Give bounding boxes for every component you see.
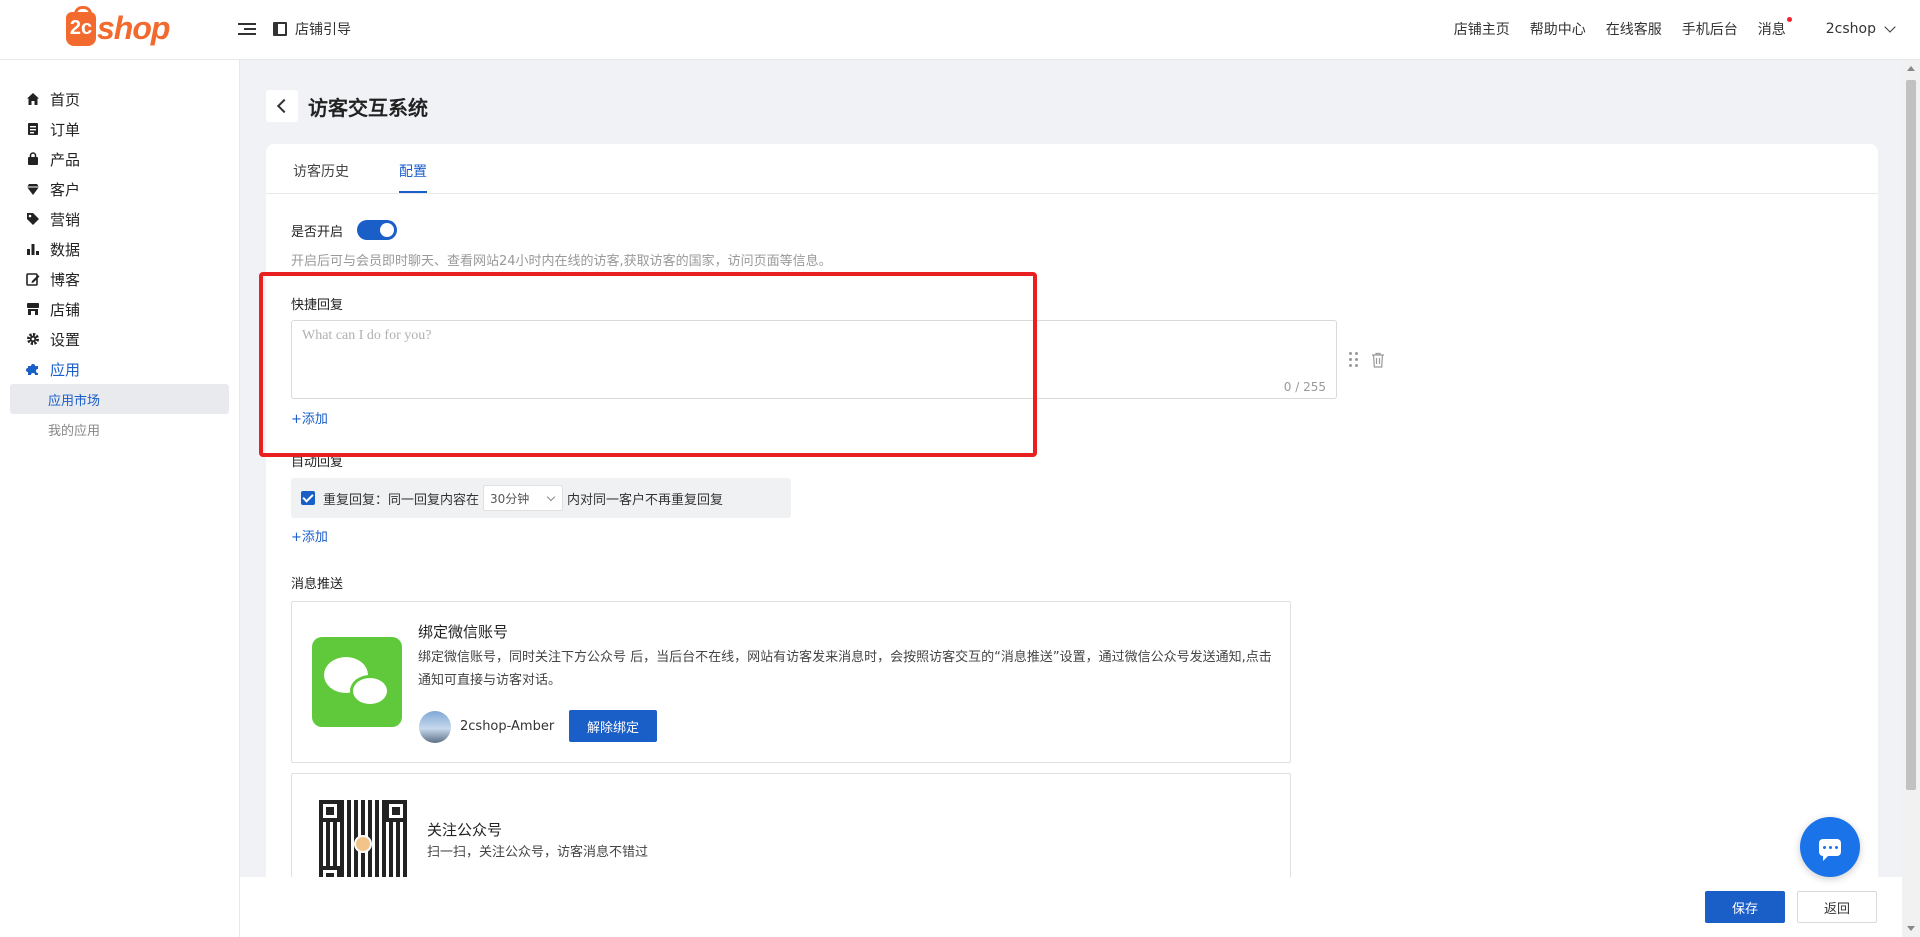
sidebar-item-marketing[interactable]: 营销: [0, 204, 239, 234]
tab-config[interactable]: 配置: [399, 161, 427, 193]
user-name: 2cshop: [1825, 21, 1876, 37]
chat-float-button[interactable]: [1800, 817, 1860, 877]
return-button[interactable]: 返回: [1797, 891, 1877, 923]
wechat-desc: 绑定微信账号，同时关注下方公众号 后，当后台不在线，网站有访客发来消息时，会按照…: [418, 650, 1272, 688]
sidebar-item-data[interactable]: 数据: [0, 234, 239, 264]
sidebar-item-home[interactable]: 首页: [0, 84, 239, 114]
page-heading: 访客交互系统: [266, 90, 428, 122]
tab-visitor-history[interactable]: 访客历史: [293, 161, 349, 181]
logo-word: shop: [97, 10, 170, 46]
add-quick-reply-link[interactable]: +添加: [291, 408, 328, 427]
char-counter: 0 / 255: [1283, 380, 1326, 394]
qr-code-icon: [319, 800, 407, 888]
sidebar-item-orders[interactable]: 订单: [0, 114, 239, 144]
logo-mark: 2c: [66, 5, 96, 46]
sidebar-item-label: 首页: [50, 90, 81, 109]
wechat-title: 绑定微信账号: [418, 623, 509, 641]
menu-toggle-icon[interactable]: [238, 20, 256, 38]
chevron-left-icon: [276, 98, 292, 114]
sidebar-item-label: 产品: [50, 150, 81, 169]
top-header: 2c shop 店铺引导 店铺主页 帮助中心 在线客服 手机后台 消息 2csh…: [0, 0, 1920, 60]
sidebar-item-label: 设置: [50, 330, 81, 349]
scrollbar-thumb[interactable]: [1906, 80, 1916, 790]
edit-icon: [26, 272, 40, 286]
sidebar-item-blog[interactable]: 博客: [0, 264, 239, 294]
interval-select-value: 30分钟: [490, 491, 530, 506]
enable-label: 是否开启: [291, 225, 344, 240]
chevron-down-icon: [546, 492, 556, 502]
puzzle-icon: [26, 362, 40, 376]
sidebar-item-label: 应用: [50, 360, 81, 379]
follow-title: 关注公众号: [427, 821, 503, 839]
sidebar-item-store[interactable]: 店铺: [0, 294, 239, 324]
auto-reply-text-after: 内对同一客户不再重复回复: [567, 492, 724, 508]
follow-desc: 扫一扫，关注公众号，访客消息不错过: [427, 845, 649, 860]
chevron-down-icon: [1884, 21, 1896, 33]
page-title: 访客交互系统: [308, 95, 428, 120]
sidebar-sub-app-market[interactable]: 应用市场: [10, 384, 229, 414]
nav-messages[interactable]: 消息: [1758, 17, 1792, 39]
sidebar-item-label: 数据: [50, 240, 81, 259]
tab-bar: 访客历史 配置: [266, 144, 1878, 194]
quick-reply-box: 0 / 255: [291, 320, 1337, 399]
push-label: 消息推送: [291, 577, 344, 592]
sidebar-item-label: 客户: [50, 180, 81, 199]
store-guide-label: 店铺引导: [295, 22, 351, 38]
nav-online-service[interactable]: 在线客服: [1606, 19, 1662, 39]
footer-bar: 保存 返回: [240, 877, 1902, 937]
quick-reply-input[interactable]: [292, 321, 1336, 398]
chat-icon: [1819, 838, 1841, 861]
drag-handle-icon[interactable]: [1349, 352, 1359, 368]
sidebar-sub-my-apps[interactable]: 我的应用: [10, 414, 229, 444]
sidebar-item-label: 营销: [50, 210, 81, 229]
gear-icon: [26, 332, 40, 346]
order-icon: [26, 122, 40, 136]
book-icon: [273, 22, 287, 36]
top-nav: 店铺主页 帮助中心 在线客服 手机后台 消息 2cshop: [1434, 17, 1896, 39]
auto-reply-text-before: 重复回复：同一回复内容在: [323, 492, 480, 508]
back-arrow-button[interactable]: [266, 90, 298, 122]
nav-store-home[interactable]: 店铺主页: [1454, 19, 1510, 39]
store-guide-link[interactable]: 店铺引导: [273, 19, 351, 39]
sidebar-item-label: 店铺: [50, 300, 81, 319]
wechat-icon: [312, 637, 402, 727]
page-scrollbar[interactable]: [1902, 60, 1920, 937]
tag-icon: [26, 212, 40, 226]
repeat-reply-checkbox[interactable]: [301, 491, 315, 505]
nav-help-center[interactable]: 帮助中心: [1530, 19, 1586, 39]
interval-select[interactable]: 30分钟: [483, 485, 564, 511]
unbind-button[interactable]: 解除绑定: [569, 710, 657, 742]
auto-reply-row: 重复回复：同一回复内容在 30分钟 内对同一客户不再重复回复: [291, 478, 791, 518]
add-auto-reply-link[interactable]: +添加: [291, 526, 328, 545]
diamond-icon: [26, 182, 40, 196]
avatar: [419, 711, 451, 743]
user-menu[interactable]: 2cshop: [1825, 21, 1896, 37]
enable-hint: 开启后可与会员即时聊天、查看网站24小时内在线的访客,获取访客的国家，访问页面等…: [291, 254, 832, 269]
trash-icon[interactable]: [1371, 352, 1385, 368]
nav-mobile-admin[interactable]: 手机后台: [1682, 19, 1738, 39]
logo[interactable]: 2c shop: [66, 5, 170, 47]
bar-chart-icon: [26, 242, 40, 256]
sidebar-item-apps[interactable]: 应用: [0, 354, 239, 384]
sidebar-item-settings[interactable]: 设置: [0, 324, 239, 354]
enable-toggle[interactable]: [357, 220, 397, 240]
store-icon: [26, 302, 40, 316]
sidebar-item-label: 博客: [50, 270, 81, 289]
sidebar-item-products[interactable]: 产品: [0, 144, 239, 174]
config-card: 访客历史 配置 是否开启 开启后可与会员即时聊天、查看网站24小时内在线的访客,…: [266, 144, 1878, 937]
sidebar-item-customers[interactable]: 客户: [0, 174, 239, 204]
auto-reply-label: 自动回复: [291, 455, 344, 470]
sidebar: 首页 订单 产品 客户 营销 数据 博客 店铺 设置 应用 应用市场 我的应用: [0, 60, 240, 937]
sidebar-item-label: 订单: [50, 120, 81, 139]
save-button[interactable]: 保存: [1705, 891, 1785, 923]
bag-icon: [26, 152, 40, 166]
bound-user-name: 2cshop-Amber: [460, 719, 555, 734]
home-icon: [26, 92, 40, 106]
quick-reply-label: 快捷回复: [291, 298, 344, 313]
wechat-bind-box: 绑定微信账号 绑定微信账号，同时关注下方公众号 后，当后台不在线，网站有访客发来…: [291, 601, 1291, 763]
